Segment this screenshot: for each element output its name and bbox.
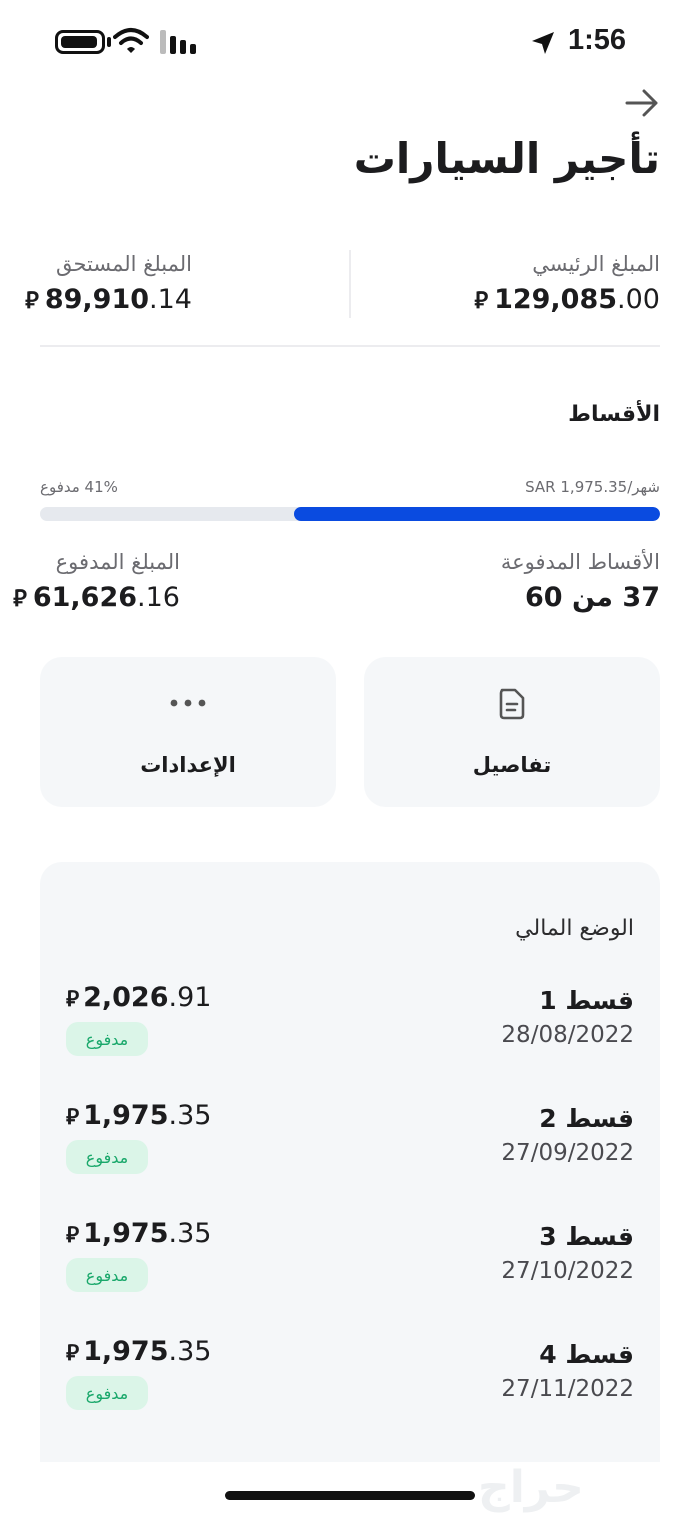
paid-amount-label: المبلغ المدفوع [55,550,180,574]
home-indicator[interactable] [225,1491,475,1500]
installment-name: قسط 2 [539,1104,634,1133]
wifi-icon [113,28,149,53]
status-time: 1:56 [567,24,626,56]
installment-date: 27/11/2022 [501,1376,634,1402]
paid-status-badge: مدفوع [66,1140,148,1174]
installment-row[interactable]: قسط 3 27/10/2022 ⃁ 1,975.35 مدفوع [40,1218,660,1322]
paid-status-badge: مدفوع [66,1022,148,1056]
paid-installments-block: الأقساط المدفوعة 37 من 60 [501,550,660,613]
paid-status-badge: مدفوع [66,1376,148,1410]
financial-status-title: الوضع المالي [515,916,634,941]
installment-row[interactable]: قسط 4 27/11/2022 ⃁ 1,975.35 مدفوع [40,1336,660,1440]
back-arrow-icon[interactable] [624,86,660,120]
riyal-icon: ⃁ [66,987,80,1012]
vertical-divider [349,250,351,318]
installment-row[interactable]: قسط 1 28/08/2022 ⃁ 2,026.91 مدفوع [40,982,660,1086]
riyal-icon: ⃁ [66,1341,80,1366]
installment-amount: ⃁ 1,975.35 [66,1218,212,1249]
installment-amount: ⃁ 1,975.35 [66,1336,212,1367]
installment-name: قسط 1 [539,986,634,1015]
installment-date: 27/10/2022 [501,1258,634,1284]
settings-label: الإعدادات [140,753,236,777]
due-label: المبلغ المستحق [55,252,192,276]
installment-row[interactable]: قسط 2 27/09/2022 ⃁ 1,975.35 مدفوع [40,1100,660,1204]
riyal-icon: ⃁ [13,586,27,612]
monthly-amount-label: شهر/SAR 1,975.35 [525,478,660,496]
riyal-icon: ⃁ [66,1223,80,1248]
riyal-icon: ⃁ [25,288,39,314]
location-arrow-icon [532,32,554,54]
paid-percent-label: 41% مدفوع [40,478,118,496]
principal-amount-block: المبلغ الرئيسي ⃁ 129,085.00 [474,252,660,315]
installment-amount: ⃁ 1,975.35 [66,1100,212,1131]
status-bar: 1:56 [0,0,700,86]
page-title: تأجير السيارات [353,134,660,183]
document-icon [499,688,525,720]
installments-progress-bar [40,507,660,521]
installment-amount: ⃁ 2,026.91 [66,982,212,1013]
details-button[interactable]: تفاصيل [364,657,660,807]
riyal-icon: ⃁ [66,1105,80,1130]
cellular-signal-icon [160,30,196,54]
installment-name: قسط 4 [539,1340,634,1369]
financial-status-panel: الوضع المالي قسط 1 28/08/2022 ⃁ 2,026.91… [40,862,660,1462]
installment-date: 28/08/2022 [501,1022,634,1048]
principal-amount: ⃁ 129,085.00 [474,284,660,315]
riyal-icon: ⃁ [474,288,489,314]
battery-cap [107,37,111,47]
paid-installments-value: 37 من 60 [525,582,660,613]
progress-fill [294,507,660,521]
due-amount-block: المبلغ المستحق ⃁ 89,910.14 [25,252,192,315]
installment-name: قسط 3 [539,1222,634,1251]
haraj-watermark-logo: حراج [478,1462,584,1513]
paid-amount: ⃁ 61,626.16 [13,582,180,613]
principal-label: المبلغ الرئيسي [532,252,660,276]
details-label: تفاصيل [472,753,552,777]
paid-installments-label: الأقساط المدفوعة [500,550,660,574]
settings-button[interactable]: الإعدادات [40,657,336,807]
paid-status-badge: مدفوع [66,1258,148,1292]
more-dots-icon [170,699,206,707]
battery-icon [55,30,105,54]
horizontal-divider [40,345,660,347]
due-amount: ⃁ 89,910.14 [25,284,192,315]
installment-date: 27/09/2022 [501,1140,634,1166]
installments-title: الأقساط [568,402,660,427]
paid-amount-block: المبلغ المدفوع ⃁ 61,626.16 [13,550,180,613]
